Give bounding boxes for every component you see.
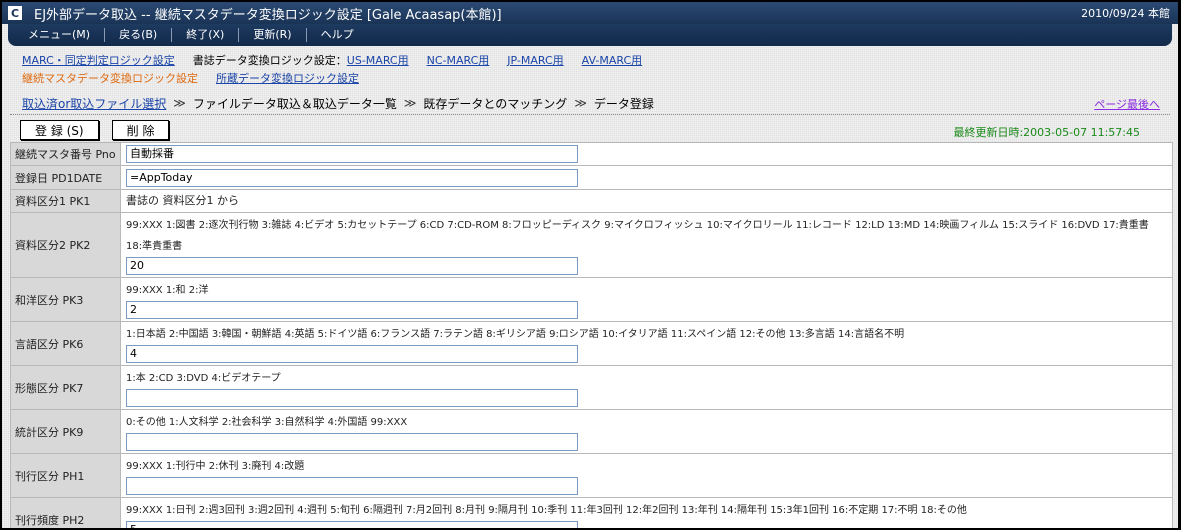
breadcrumb: 取込済or取込ファイル選択 ≫ ファイルデータ取込＆取込データ一覧 ≫ 既存デー…	[2, 94, 1178, 112]
field-label: 統計区分 PK9	[10, 409, 121, 454]
form-row-pno: 継続マスタ番号 Pno 自動採番	[10, 142, 1173, 166]
field-label: 言語区分 PK6	[10, 321, 121, 366]
form-row-pk3: 和洋区分 PK3 99:XXX 1:和 2:洋 2	[10, 277, 1173, 322]
title-bar: C EJ外部データ取込 ‐‐ 継続マスタデータ変換ロジック設定 [Gale Ac…	[2, 2, 1178, 24]
app-window: C EJ外部データ取込 ‐‐ 継続マスタデータ変換ロジック設定 [Gale Ac…	[0, 0, 1181, 530]
form-row-pk1: 資料区分1 PK1 書誌の 資料区分1 から	[10, 189, 1173, 213]
pk9-field[interactable]	[126, 433, 578, 451]
breadcrumb-select-file[interactable]: 取込済or取込ファイル選択	[22, 95, 166, 112]
pk2-field[interactable]: 20	[126, 257, 578, 275]
form-row-pk9: 統計区分 PK9 0:その他 1:人文科学 2:社会科学 3:自然科学 4:外国…	[10, 409, 1173, 454]
ph2-options: 99:XXX 1:日刊 2:週3回刊 3:週2回刊 4:週刊 5:旬刊 6:隔週…	[126, 505, 967, 516]
page-end-link[interactable]: ページ最後へ	[1094, 96, 1160, 112]
tab-jp-marc[interactable]: JP-MARC用	[507, 52, 563, 68]
ph2-field[interactable]: 5	[126, 521, 578, 528]
pk7-field[interactable]	[126, 389, 578, 407]
menu-item-refresh[interactable]: 更新(R)	[239, 28, 307, 42]
breadcrumb-register: データ登録	[593, 96, 654, 111]
form-table: 継続マスタ番号 Pno 自動採番 登録日 PD1DATE =AppToday 資…	[10, 142, 1173, 528]
breadcrumb-matching: 既存データとのマッチング	[423, 96, 568, 111]
field-label: 継続マスタ番号 Pno	[10, 142, 121, 166]
ph1-options: 99:XXX 1:刊行中 2:休刊 3:廃刊 4:改題	[126, 461, 305, 472]
window-title: EJ外部データ取込 ‐‐ 継続マスタデータ変換ロジック設定 [Gale Acaa…	[34, 7, 502, 23]
breadcrumb-separator: ≫	[574, 96, 587, 110]
tab-nc-marc[interactable]: NC-MARC用	[427, 52, 490, 68]
form-row-pd1date: 登録日 PD1DATE =AppToday	[10, 165, 1173, 190]
form-row-pk6: 言語区分 PK6 1:日本語 2:中国語 3:韓国・朝鮮語 4:英語 5:ドイツ…	[10, 321, 1173, 366]
date-location: 2010/09/24 本館	[1081, 7, 1170, 20]
register-button[interactable]: 登 録 (S)	[20, 120, 99, 140]
menu-item-exit[interactable]: 終了(X)	[172, 28, 240, 42]
pk2-options: 99:XXX 1:図書 2:逐次刊行物 3:雑誌 4:ビデオ 5:カセットテープ…	[126, 220, 1149, 252]
breadcrumb-separator: ≫	[403, 96, 417, 110]
pk3-options: 99:XXX 1:和 2:洋	[126, 285, 209, 296]
menu-item-help[interactable]: ヘルプ	[307, 28, 368, 42]
delete-button[interactable]: 削 除	[111, 120, 170, 140]
breadcrumb-import-list: ファイルデータ取込＆取込データ一覧	[192, 96, 397, 111]
field-label: 形態区分 PK7	[10, 365, 121, 410]
menu-bar: メニュー(M) 戻る(B) 終了(X) 更新(R) ヘルプ	[8, 24, 1172, 46]
breadcrumb-separator: ≫	[173, 96, 186, 110]
form-row-ph2: 刊行頻度 PH2 99:XXX 1:日刊 2:週3回刊 3:週2回刊 4:週刊 …	[10, 497, 1173, 528]
app-icon: C	[8, 6, 22, 20]
pno-field[interactable]: 自動採番	[126, 145, 578, 163]
field-label: 登録日 PD1DATE	[10, 165, 121, 190]
pk9-options: 0:その他 1:人文科学 2:社会科学 3:自然科学 4:外国語 99:XXX	[126, 417, 408, 428]
form-row-pk7: 形態区分 PK7 1:本 2:CD 3:DVD 4:ビデオテープ	[10, 365, 1173, 410]
menu-item-menu[interactable]: メニュー(M)	[14, 28, 106, 42]
pk6-options: 1:日本語 2:中国語 3:韓国・朝鮮語 4:英語 5:ドイツ語 6:フランス語…	[126, 329, 905, 340]
pk3-field[interactable]: 2	[126, 301, 578, 319]
pk6-field[interactable]: 4	[126, 345, 578, 363]
pd1date-field[interactable]: =AppToday	[126, 168, 578, 187]
tab-holdings-conversion[interactable]: 所蔵データ変換ロジック設定	[216, 70, 359, 86]
tab-marc-identification[interactable]: MARC・同定判定ロジック設定	[22, 52, 175, 68]
field-label: 刊行頻度 PH2	[10, 497, 121, 528]
menu-item-back[interactable]: 戻る(B)	[105, 28, 173, 42]
pk7-options: 1:本 2:CD 3:DVD 4:ビデオテープ	[126, 373, 281, 384]
form-row-ph1: 刊行区分 PH1 99:XXX 1:刊行中 2:休刊 3:廃刊 4:改題	[10, 453, 1173, 498]
field-label: 和洋区分 PK3	[10, 277, 121, 322]
field-label: 資料区分1 PK1	[10, 189, 121, 213]
form-row-pk2: 資料区分2 PK2 99:XXX 1:図書 2:逐次刊行物 3:雑誌 4:ビデオ…	[10, 212, 1173, 278]
tab-continuous-master-active: 継続マスタデータ変換ロジック設定	[22, 72, 198, 85]
biblio-conversion-label: 書誌データ変換ロジック設定：	[192, 54, 347, 67]
tab-av-marc[interactable]: AV-MARC用	[582, 52, 642, 68]
tab-us-marc[interactable]: US-MARC用	[347, 52, 409, 68]
tab-row-marc: MARC・同定判定ロジック設定 書誌データ変換ロジック設定： US-MARC用 …	[2, 52, 1178, 68]
tab-row-master: 継続マスタデータ変換ロジック設定 所蔵データ変換ロジック設定	[2, 70, 1178, 86]
last-updated-timestamp: 最終更新日時:2003-05-07 11:57:45	[953, 126, 1140, 139]
field-label: 刊行区分 PH1	[10, 453, 121, 498]
action-bar: 登 録 (S) 削 除 最終更新日時:2003-05-07 11:57:45	[2, 117, 1178, 143]
ph1-field[interactable]	[126, 477, 578, 495]
pk1-note: 書誌の 資料区分1 から	[126, 194, 239, 207]
field-label: 資料区分2 PK2	[10, 212, 121, 278]
divider	[10, 114, 1170, 115]
